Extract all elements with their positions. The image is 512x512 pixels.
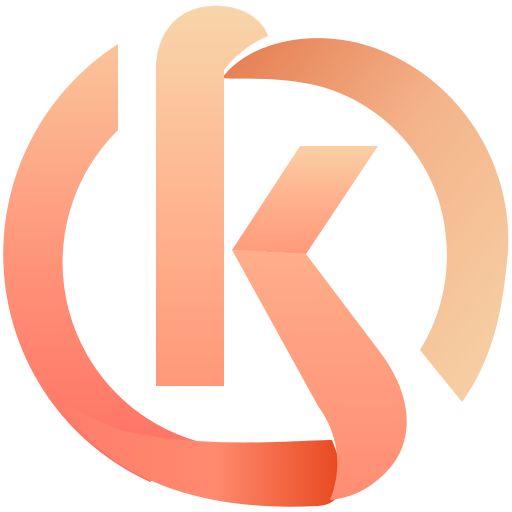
k-circle-logo-icon [3, 5, 509, 507]
k-upper-arm [232, 146, 378, 254]
logo-canvas [0, 0, 512, 512]
